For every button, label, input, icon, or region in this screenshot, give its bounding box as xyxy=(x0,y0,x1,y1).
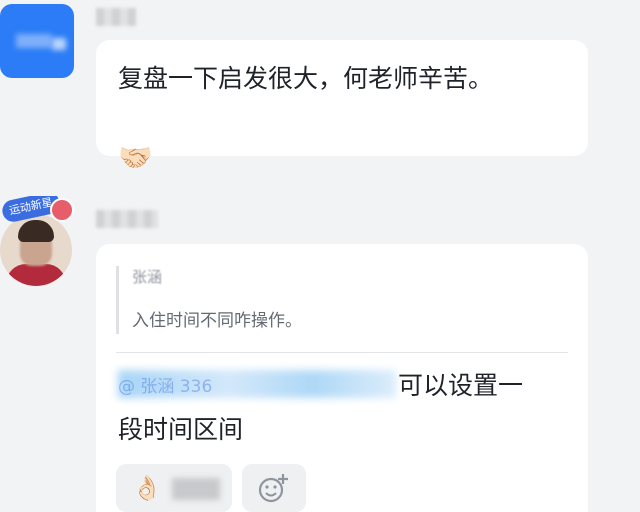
badge-icon xyxy=(50,198,74,222)
add-reaction-icon xyxy=(258,474,288,503)
reply-text: 可以设置一 xyxy=(398,371,524,400)
sender-name-redacted xyxy=(96,8,136,26)
sender-avatar[interactable] xyxy=(0,4,74,78)
avatar-blur xyxy=(16,34,52,48)
divider xyxy=(116,352,568,353)
message-text: 复盘一下启发很大，何老师辛苦。 xyxy=(118,64,494,93)
message-bubble[interactable]: 张涵 入住时间不同咋操作。 @ 张涵 336 可以设置一 段时间区间 👌🏻 xyxy=(96,244,588,512)
quote-author: 张涵 xyxy=(132,268,163,286)
ok-hand-emoji: 👌🏻 xyxy=(132,474,162,502)
handshake-emoji: 🤝🏻 xyxy=(118,141,153,174)
quote-text[interactable]: 入住时间不同咋操作。 xyxy=(132,306,302,331)
reply-text: 段时间区间 xyxy=(118,415,244,444)
quote-bar xyxy=(116,266,119,334)
mention-link[interactable]: @ 张涵 336 xyxy=(118,372,212,397)
avatar-photo xyxy=(0,214,72,286)
sender-name-redacted xyxy=(96,210,158,228)
message-bubble[interactable]: 复盘一下启发很大，何老师辛苦。 🤝🏻 xyxy=(96,40,588,172)
avatar-blur xyxy=(52,38,66,50)
add-reaction-button[interactable] xyxy=(242,464,306,512)
reactor-name-redacted xyxy=(172,478,220,500)
reaction-chip[interactable]: 👌🏻 xyxy=(116,464,232,512)
sender-avatar[interactable]: 运动新星 xyxy=(0,196,78,288)
